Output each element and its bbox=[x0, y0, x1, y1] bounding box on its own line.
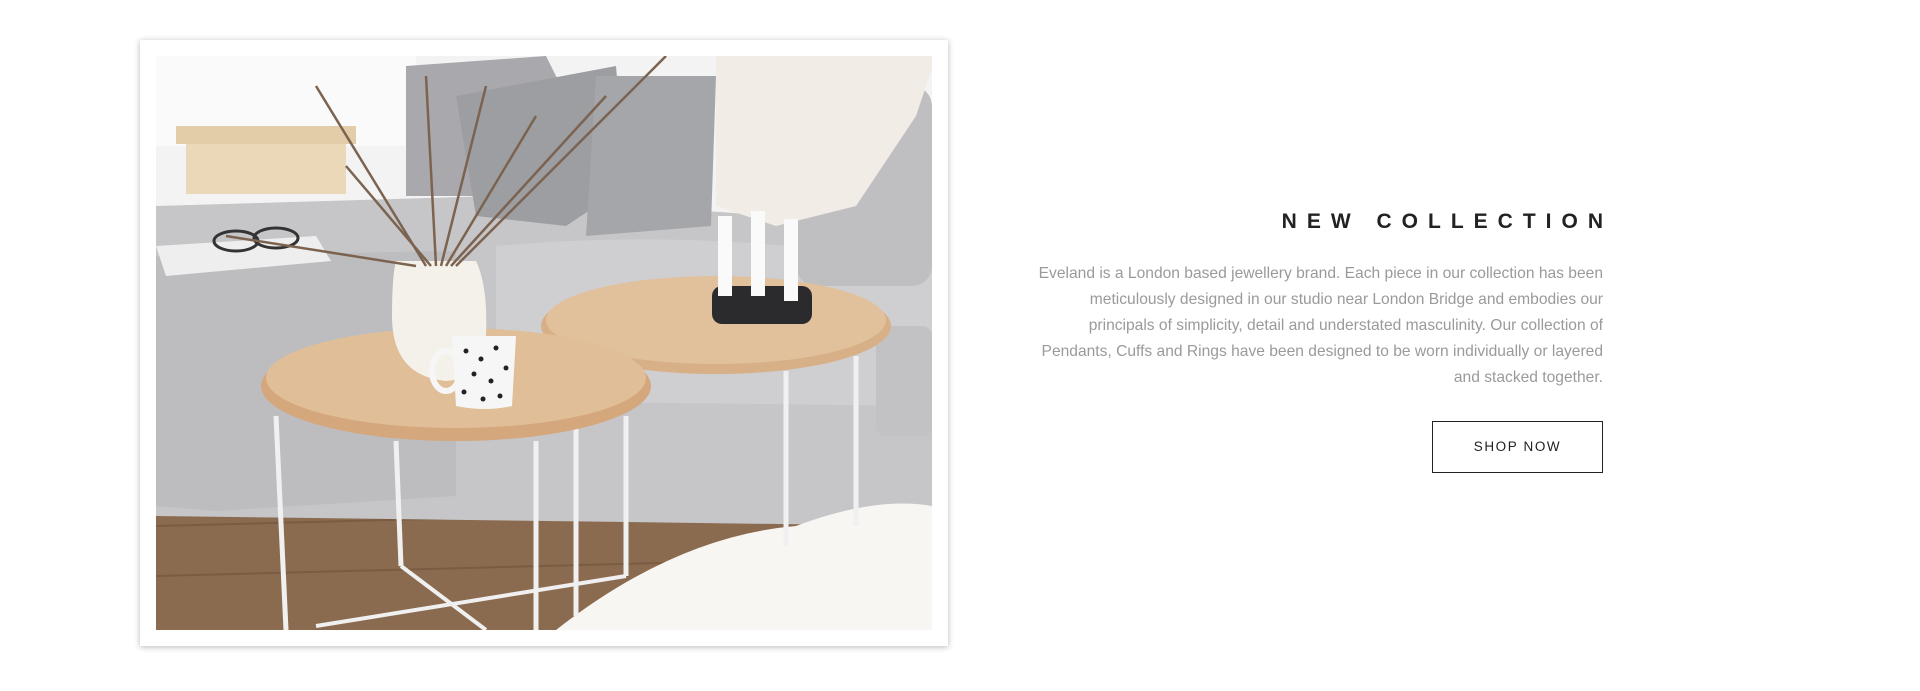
section-title: NEW COLLECTION bbox=[1281, 210, 1613, 233]
collection-text: NEW COLLECTION Eveland is a London based… bbox=[1030, 205, 1603, 473]
collection-section: NEW COLLECTION Eveland is a London based… bbox=[0, 0, 1920, 691]
collection-image-frame bbox=[140, 40, 948, 646]
shop-now-button[interactable]: SHOP NOW bbox=[1432, 421, 1603, 473]
section-description: Eveland is a London based jewellery bran… bbox=[1038, 265, 1603, 386]
collection-image bbox=[156, 56, 932, 630]
living-room-photo bbox=[156, 56, 932, 630]
